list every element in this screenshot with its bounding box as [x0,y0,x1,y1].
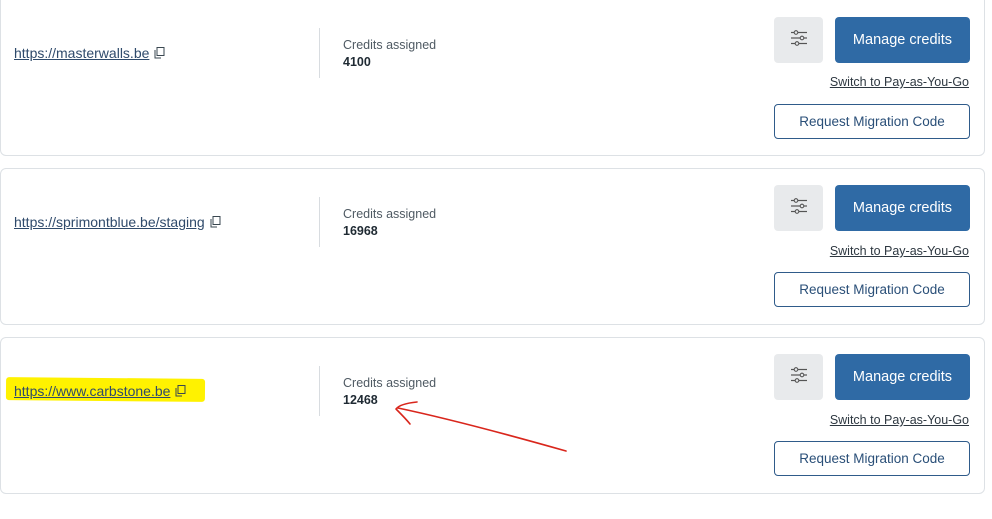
switch-payg-link[interactable]: Switch to Pay-as-You-Go [830,75,969,89]
copy-icon[interactable] [210,216,221,228]
sliders-icon [790,366,808,388]
account-card: https://sprimontblue.be/staging Credits … [0,168,985,325]
manage-credits-button[interactable]: Manage credits [835,185,970,231]
request-migration-code-button[interactable]: Request Migration Code [774,441,970,476]
switch-payg-link[interactable]: Switch to Pay-as-You-Go [830,413,969,427]
account-card: https://www.carbstone.be Credits assigne… [0,337,985,494]
site-url-group: https://www.carbstone.be [14,383,186,399]
sliders-icon [790,197,808,219]
divider [319,366,320,416]
site-url-link[interactable]: https://www.carbstone.be [14,383,170,399]
account-list: https://masterwalls.be Credits assigned … [0,0,992,519]
switch-payg-link[interactable]: Switch to Pay-as-You-Go [830,244,969,258]
site-url-group: https://masterwalls.be [14,45,165,61]
credits-value: 12468 [343,393,378,407]
settings-button[interactable] [774,354,823,400]
credits-info: Credits assigned 16968 [343,206,436,240]
request-migration-code-button[interactable]: Request Migration Code [774,272,970,307]
copy-icon[interactable] [154,47,165,59]
credits-value: 4100 [343,55,371,69]
site-url-group: https://sprimontblue.be/staging [14,214,221,230]
credits-info: Credits assigned 4100 [343,37,436,71]
request-migration-code-button[interactable]: Request Migration Code [774,104,970,139]
settings-button[interactable] [774,17,823,63]
credits-label: Credits assigned [343,207,437,221]
site-url-link[interactable]: https://sprimontblue.be/staging [14,214,205,230]
credits-info: Credits assigned 12468 [343,375,436,409]
account-card: https://masterwalls.be Credits assigned … [0,0,985,156]
credits-label: Credits assigned [343,376,437,390]
sliders-icon [790,29,808,51]
credits-value: 16968 [343,224,378,238]
divider [319,28,320,78]
settings-button[interactable] [774,185,823,231]
manage-credits-button[interactable]: Manage credits [835,17,970,63]
divider [319,197,320,247]
site-url-link[interactable]: https://masterwalls.be [14,45,149,61]
copy-icon[interactable] [175,385,186,397]
manage-credits-button[interactable]: Manage credits [835,354,970,400]
credits-label: Credits assigned [343,38,437,52]
